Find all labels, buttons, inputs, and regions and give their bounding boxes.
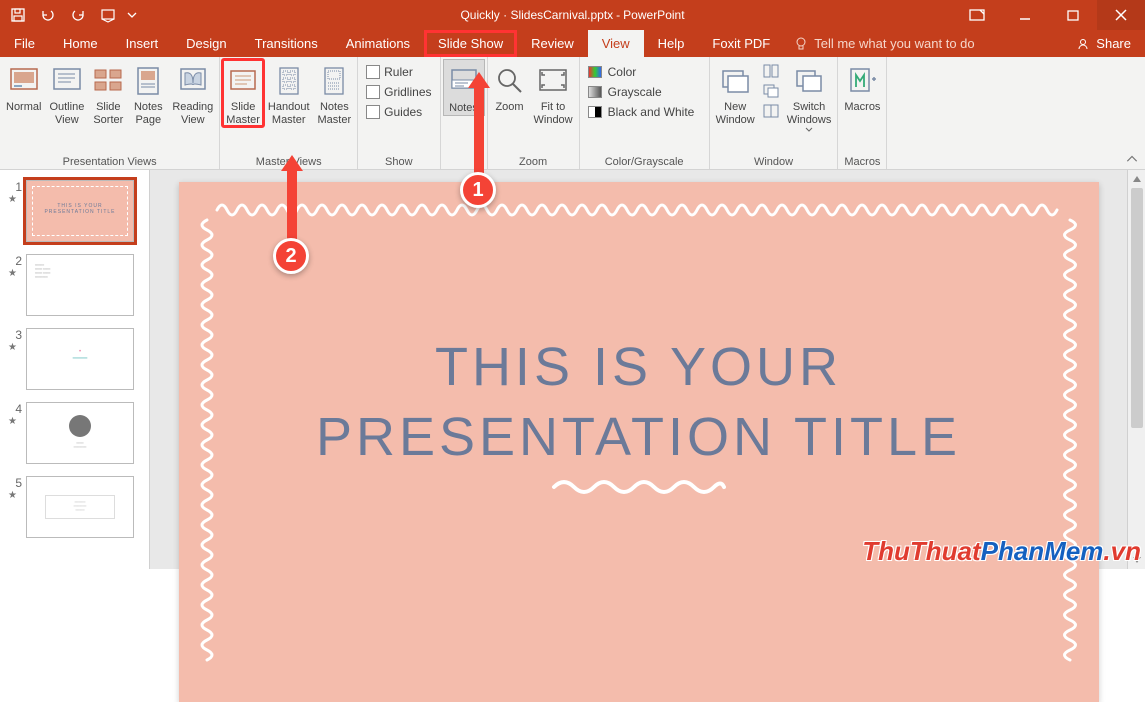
- slide-thumbnail-4[interactable]: 4★ ━━━━━━━━━━━: [0, 398, 149, 472]
- handout-master-button[interactable]: Handout Master: [264, 59, 314, 127]
- annotation-badge-2: 2: [273, 238, 309, 274]
- reading-view-button[interactable]: Reading View: [168, 59, 217, 127]
- grayscale-button[interactable]: Grayscale: [582, 83, 668, 101]
- annotation-arrow-2: [280, 153, 304, 245]
- group-macros: Macros Macros: [838, 57, 887, 169]
- tab-review[interactable]: Review: [517, 30, 588, 57]
- watermark: ThuThuatPhanMem.vn: [862, 536, 1141, 567]
- annotation-arrow-1: [467, 70, 491, 180]
- app-name: PowerPoint: [623, 8, 684, 22]
- tell-me-search[interactable]: Tell me what you want to do: [784, 30, 984, 57]
- close-button[interactable]: [1097, 0, 1145, 30]
- gridlines-checkbox[interactable]: Gridlines: [360, 83, 437, 101]
- quick-access-toolbar: [0, 2, 140, 28]
- tab-foxit-pdf[interactable]: Foxit PDF: [698, 30, 784, 57]
- slide-title-text[interactable]: This is your presentation title: [179, 332, 1099, 472]
- slide-thumbnail-5[interactable]: 5★ ━━━━━━━━━━━━━━━━━━: [0, 472, 149, 546]
- current-slide[interactable]: This is your presentation title: [179, 182, 1099, 702]
- group-show: Ruler Gridlines Guides Show: [358, 57, 440, 169]
- macros-button[interactable]: Macros: [840, 59, 884, 114]
- guides-checkbox[interactable]: Guides: [360, 103, 428, 121]
- notes-master-button[interactable]: Notes Master: [314, 59, 356, 127]
- save-button[interactable]: [4, 2, 32, 28]
- tab-design[interactable]: Design: [172, 30, 240, 57]
- group-presentation-views: Normal Outline View Slide Sorter Notes P…: [0, 57, 220, 169]
- black-and-white-button[interactable]: Black and White: [582, 103, 701, 121]
- ribbon: Normal Outline View Slide Sorter Notes P…: [0, 57, 1145, 170]
- tab-transitions[interactable]: Transitions: [241, 30, 332, 57]
- ribbon-display-button[interactable]: [953, 0, 1001, 30]
- slide-master-button[interactable]: Slide Master: [222, 59, 264, 127]
- fit-to-window-button[interactable]: Fit to Window: [530, 59, 577, 127]
- switch-windows-button[interactable]: Switch Windows: [783, 59, 836, 132]
- outline-view-button[interactable]: Outline View: [45, 59, 88, 127]
- maximize-button[interactable]: [1049, 0, 1097, 30]
- minimize-button[interactable]: [1001, 0, 1049, 30]
- wave-divider-icon: [549, 477, 729, 497]
- color-button[interactable]: Color: [582, 63, 643, 81]
- document-name: Quickly · SlidesCarnival.pptx: [460, 8, 613, 22]
- slide-thumbnail-1[interactable]: 1★ THIS IS YOURPRESENTATION TITLE: [0, 176, 149, 250]
- tab-slide-show[interactable]: Slide Show: [424, 30, 517, 57]
- group-zoom: Zoom Fit to Window Zoom: [488, 57, 580, 169]
- vertical-scrollbar[interactable]: [1127, 170, 1145, 569]
- cascade-button[interactable]: [763, 84, 779, 101]
- move-split-button[interactable]: [763, 104, 779, 121]
- slide-thumbnail-2[interactable]: 2★ ━━━━━━━━━ ━━━━━━━━ ━━━━━━━━━━━: [0, 250, 149, 324]
- tab-view[interactable]: View: [588, 30, 644, 57]
- workspace: 1★ THIS IS YOURPRESENTATION TITLE 2★ ━━━…: [0, 170, 1145, 569]
- annotation-badge-1: 1: [460, 172, 496, 208]
- ruler-checkbox[interactable]: Ruler: [360, 63, 419, 81]
- group-color-grayscale: Color Grayscale Black and White Color/Gr…: [580, 57, 710, 169]
- window-controls: [953, 0, 1145, 30]
- zoom-button[interactable]: Zoom: [490, 59, 530, 114]
- scroll-thumb[interactable]: [1131, 188, 1143, 428]
- notes-page-button[interactable]: Notes Page: [128, 59, 168, 127]
- tab-file[interactable]: File: [0, 30, 49, 57]
- share-icon: [1076, 37, 1090, 51]
- ribbon-tabs: File Home Insert Design Transitions Anim…: [0, 30, 1145, 57]
- tab-insert[interactable]: Insert: [112, 30, 173, 57]
- group-window: New Window Switch Windows Window: [710, 57, 839, 169]
- slide-thumbnail-3[interactable]: 3★ •━━━━: [0, 324, 149, 398]
- arrange-all-button[interactable]: [763, 64, 779, 81]
- window-title: Quickly · SlidesCarnival.pptx - PowerPoi…: [460, 8, 684, 22]
- slide-thumbnail-panel[interactable]: 1★ THIS IS YOURPRESENTATION TITLE 2★ ━━━…: [0, 170, 150, 569]
- slide-sorter-button[interactable]: Slide Sorter: [88, 59, 128, 127]
- scroll-up-button[interactable]: [1128, 170, 1145, 188]
- share-button[interactable]: Share: [1062, 30, 1145, 57]
- normal-view-button[interactable]: Normal: [2, 59, 45, 114]
- tab-help[interactable]: Help: [644, 30, 699, 57]
- new-window-button[interactable]: New Window: [712, 59, 759, 127]
- tab-home[interactable]: Home: [49, 30, 112, 57]
- title-bar: Quickly · SlidesCarnival.pptx - PowerPoi…: [0, 0, 1145, 30]
- tab-animations[interactable]: Animations: [332, 30, 424, 57]
- customize-qat-button[interactable]: [124, 2, 140, 28]
- undo-button[interactable]: [34, 2, 62, 28]
- lightbulb-icon: [794, 37, 808, 51]
- collapse-ribbon-button[interactable]: [1125, 153, 1139, 167]
- redo-button[interactable]: [64, 2, 92, 28]
- start-from-beginning-button[interactable]: [94, 2, 122, 28]
